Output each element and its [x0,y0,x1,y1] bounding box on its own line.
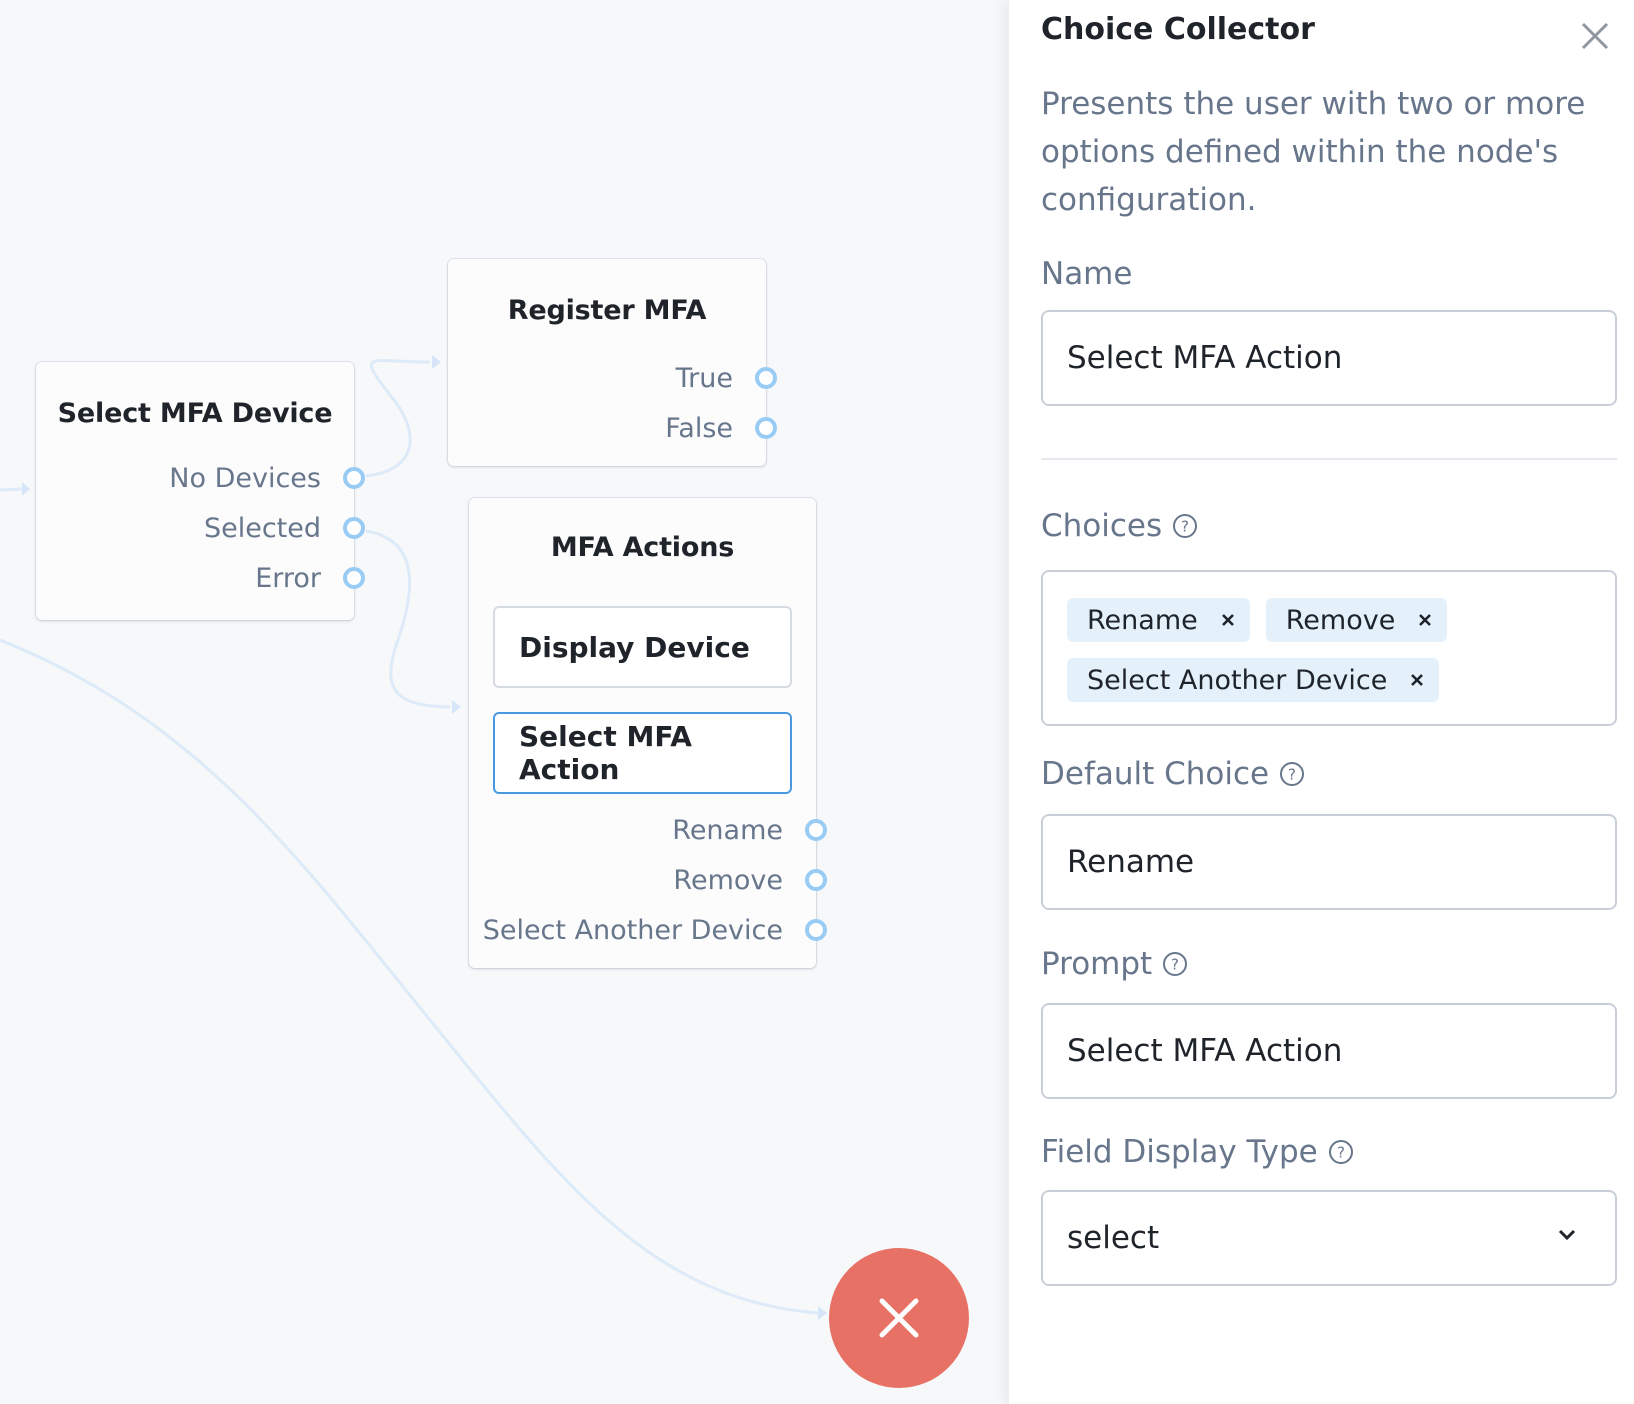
choice-tag: Select Another Device [1067,658,1440,702]
edge-arrow [22,482,30,496]
outcome-port[interactable] [755,417,777,439]
failure-node[interactable] [829,1248,969,1388]
outcome-false: False [665,408,777,448]
prompt-value: Select MFA Action [1067,1033,1343,1069]
name-input-value: Select MFA Action [1067,340,1343,376]
outcome-selected: Selected [203,508,365,548]
prompt-label: Prompt ? [1041,946,1188,982]
name-label-text: Name [1041,256,1133,292]
node-properties-panel: Choice Collector Presents the user with … [1008,0,1634,1404]
choices-tag-input[interactable]: Rename Remove Select Another Device [1041,570,1617,726]
field-display-type-value: select [1067,1220,1160,1256]
outcome-port[interactable] [343,467,365,489]
remove-tag-icon[interactable] [1415,610,1435,630]
field-display-type-label: Field Display Type ? [1041,1134,1354,1170]
outcome-label: Error [255,562,321,594]
question-circle-icon[interactable]: ? [1172,513,1198,539]
remove-tag-icon[interactable] [1407,670,1427,690]
outcome-label: Selected [203,512,321,544]
outcome-no-devices: No Devices [169,458,365,498]
choices-label-text: Choices [1041,508,1163,544]
choice-tag-label: Select Another Device [1087,664,1388,696]
question-circle-icon[interactable]: ? [1328,1139,1354,1165]
choice-tag: Remove [1265,598,1448,642]
step-select-mfa-action[interactable]: Select MFA Action [493,712,792,794]
close-panel-button[interactable] [1579,20,1611,52]
panel-title: Choice Collector [1041,12,1315,47]
edge-arrow [818,1306,827,1320]
outcome-true: True [675,358,777,398]
outcome-remove: Remove [673,860,827,900]
remove-tag-icon[interactable] [1218,610,1238,630]
outcome-rename: Rename [672,810,827,850]
outcome-label: No Devices [169,462,321,494]
outcome-select-another-device: Select Another Device [482,910,827,950]
edge-incoming [0,487,23,492]
outcome-label: False [665,412,733,444]
default-choice-label: Default Choice ? [1041,756,1305,792]
step-label: Select MFA Action [519,720,692,786]
outcome-port[interactable] [805,919,827,941]
outcome-label: Remove [673,864,783,896]
flow-canvas[interactable]: Select MFA Device No Devices Selected Er… [0,0,1008,1404]
node-title: Select MFA Device [57,398,333,429]
outcome-port[interactable] [343,567,365,589]
outcome-port[interactable] [755,367,777,389]
edge-selected-to-actions [365,529,451,709]
divider [1041,458,1617,460]
name-label: Name [1041,256,1132,292]
svg-text:?: ? [1337,1144,1345,1162]
panel-description: Presents the user with two or more optio… [1041,86,1586,218]
choices-label: Choices ? [1041,508,1198,544]
choice-tag-label: Remove [1285,604,1396,636]
outcome-label: Rename [672,814,783,846]
name-input[interactable]: Select MFA Action [1041,310,1617,406]
outcome-port[interactable] [805,819,827,841]
close-icon [879,1298,919,1338]
step-label: Display Device [519,630,750,664]
node-mfa-actions[interactable]: MFA Actions Display Device Select MFA Ac… [469,498,827,968]
question-circle-icon[interactable]: ? [1162,951,1188,977]
prompt-input[interactable]: Select MFA Action [1041,1003,1617,1099]
outcome-label: Select Another Device [482,914,783,946]
outcome-label: True [675,362,733,394]
default-choice-input[interactable]: Rename [1041,814,1617,910]
choice-tag: Rename [1067,598,1250,642]
outcome-port[interactable] [343,517,365,539]
node-register-mfa[interactable]: Register MFA True False [448,259,777,466]
default-choice-label-text: Default Choice [1041,756,1270,792]
edge-arrow [432,355,441,369]
outcome-error: Error [255,558,365,598]
step-display-device[interactable]: Display Device [493,606,792,688]
default-choice-value: Rename [1067,844,1195,880]
node-select-mfa-device[interactable]: Select MFA Device No Devices Selected Er… [36,362,365,620]
field-display-type-select[interactable]: select [1041,1190,1617,1286]
svg-text:?: ? [1181,518,1189,536]
question-circle-icon[interactable]: ? [1279,761,1305,787]
edge-no-devices-to-register [365,359,431,478]
field-display-type-label-text: Field Display Type [1041,1134,1318,1170]
edge-arrow [452,700,461,714]
prompt-label-text: Prompt [1041,946,1153,982]
choice-tag-label: Rename [1087,604,1198,636]
node-title: Register MFA [507,295,707,326]
node-title: MFA Actions [550,532,735,563]
svg-text:?: ? [1171,956,1179,974]
chevron-down-icon [1558,1229,1576,1241]
outcome-port[interactable] [805,869,827,891]
close-icon [1581,22,1609,50]
svg-text:?: ? [1288,766,1296,784]
